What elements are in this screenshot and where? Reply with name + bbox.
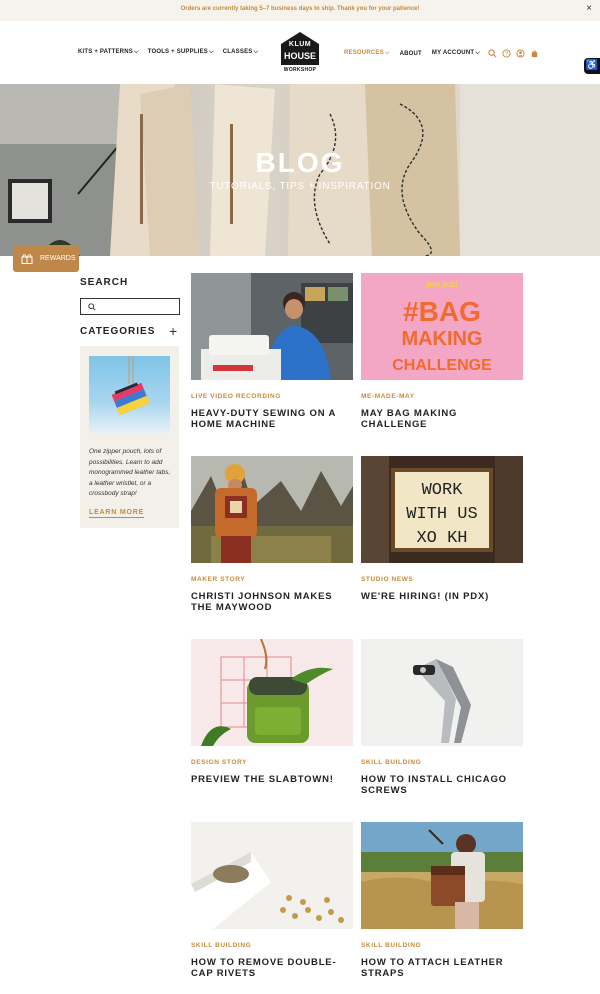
hero-banner: BLOG TUTORIALS, TIPS + INSPIRATION [0,84,600,256]
rivets-tray-photo [191,822,353,929]
search-input[interactable] [80,298,180,315]
rewards-button[interactable]: REWARDS [13,245,79,272]
post-category[interactable]: STUDIO NEWS [361,576,413,583]
leather-bag-field-photo [361,822,523,929]
nav-resources[interactable]: RESOURCES⌵ [344,50,390,57]
image-text: WORK [422,481,464,500]
site-header: KITS + PATTERNS⌵ TOOLS + SUPPLIES⌵ CLASS… [0,21,600,84]
account-icon[interactable] [516,49,525,58]
post-title[interactable]: HOW TO INSTALL CHICAGO SCREWS [361,774,523,796]
post-title[interactable]: HEAVY-DUTY SEWING ON A HOME MACHINE [191,408,353,430]
nav-label: TOOLS + SUPPLIES [147,49,208,55]
bag-challenge-graphic: MAY 2021 #BAG MAKING CHALLENGE [361,273,523,380]
backpack-outdoor-photo [191,456,353,563]
logo-text: KLUM [288,41,312,48]
nav-label: RESOURCES [344,50,384,56]
page-subtitle: TUTORIALS, TIPS + INSPIRATION [209,181,391,192]
promo-image [89,356,170,434]
post-category[interactable]: LIVE VIDEO RECORDING [191,393,281,400]
page-title: BLOG [255,147,345,178]
post-category[interactable]: ME-MADE-MAY [361,393,415,400]
post-category[interactable]: SKILL BUILDING [361,942,421,949]
lightbox-sign-photo: WORK WITH US XO KH [361,456,523,563]
post-image[interactable] [191,273,353,380]
post-image[interactable] [361,639,523,746]
post-category[interactable]: SKILL BUILDING [361,759,421,766]
rewards-label: REWARDS [40,255,76,262]
main-nav-right: RESOURCES⌵ ABOUT MY ACCOUNT⌵ ? [344,49,539,58]
post-category[interactable]: DESIGN STORY [191,759,247,766]
post-title[interactable]: MAY BAG MAKING CHALLENGE [361,408,523,430]
post-category[interactable]: MAKER STORY [191,576,245,583]
gift-icon [21,254,33,264]
site-logo[interactable]: KLUM HOUSE WORKSHOP [281,32,319,75]
promo-card: One zipper pouch, lots of possibilities.… [80,346,179,528]
post-title[interactable]: WE'RE HIRING! (IN PDX) [361,591,523,603]
post-image[interactable] [191,456,353,563]
post-title[interactable]: HOW TO ATTACH LEATHER STRAPS [361,957,523,979]
post-title[interactable]: PREVIEW THE SLABTOWN! [191,774,353,786]
image-text: XO KH [416,529,467,548]
chevron-down-icon: ⌵ [475,50,480,56]
pliers-tool-photo [361,639,523,746]
categories-title: CATEGORIES [80,326,156,337]
close-icon[interactable]: × [586,3,592,14]
nav-kits-patterns[interactable]: KITS + PATTERNS⌵ [78,49,139,56]
post-image[interactable] [191,822,353,929]
chevron-down-icon: ⌵ [133,49,139,55]
announcement-bar: Orders are currently taking 5–7 business… [0,0,600,21]
post-title[interactable]: CHRISTI JOHNSON MAKES THE MAYWOOD [191,591,353,613]
chevron-down-icon: ⌵ [384,50,390,56]
nav-label: KITS + PATTERNS [78,49,133,55]
image-text: #BAG [403,296,481,327]
nav-label: CLASSES [222,49,253,55]
chevron-down-icon: ⌵ [208,49,214,55]
help-icon[interactable]: ? [502,49,511,58]
main-nav-left: KITS + PATTERNS⌵ TOOLS + SUPPLIES⌵ CLASS… [78,49,258,56]
zipper-pouch-illustration [111,356,150,416]
search-icon[interactable] [488,49,497,58]
chevron-down-icon: ⌵ [253,49,259,55]
svg-text:?: ? [505,52,508,58]
post-image[interactable]: MAY 2021 #BAG MAKING CHALLENGE [361,273,523,380]
post-image[interactable] [361,822,523,929]
logo-text: HOUSE [283,51,316,61]
image-text: CHALLENGE [392,357,492,374]
post-image[interactable]: WORK WITH US XO KH [361,456,523,563]
sewing-machine-photo [191,273,353,380]
post-image[interactable] [191,639,353,746]
promo-text: One zipper pouch, lots of possibilities.… [89,448,171,497]
nav-tools-supplies[interactable]: TOOLS + SUPPLIES⌵ [148,49,214,56]
nav-label: ABOUT [399,50,422,57]
cart-icon[interactable] [530,49,539,58]
slabtown-backpack-photo [191,639,353,746]
accessibility-icon: ♿ [585,60,599,71]
nav-label: MY ACCOUNT [431,50,475,56]
header-icons: ? [488,49,539,58]
nav-my-account[interactable]: MY ACCOUNT⌵ [432,50,480,57]
search-icon [88,303,96,311]
announcement-text: Orders are currently taking 5–7 business… [180,6,420,12]
search-title: SEARCH [80,277,129,288]
accessibility-button[interactable]: ♿ [584,58,600,74]
expand-categories-icon[interactable]: + [169,323,177,339]
learn-more-link[interactable]: LEARN MORE [89,509,145,518]
post-category[interactable]: SKILL BUILDING [191,942,251,949]
logo-text: WORKSHOP [283,67,317,73]
post-title[interactable]: HOW TO REMOVE DOUBLE-CAP RIVETS [191,957,353,979]
image-text: WITH US [406,505,477,524]
nav-about[interactable]: ABOUT [400,51,422,57]
nav-classes[interactable]: CLASSES⌵ [223,49,259,56]
image-text: MAY 2021 [426,282,458,289]
image-text: MAKING [401,328,482,350]
